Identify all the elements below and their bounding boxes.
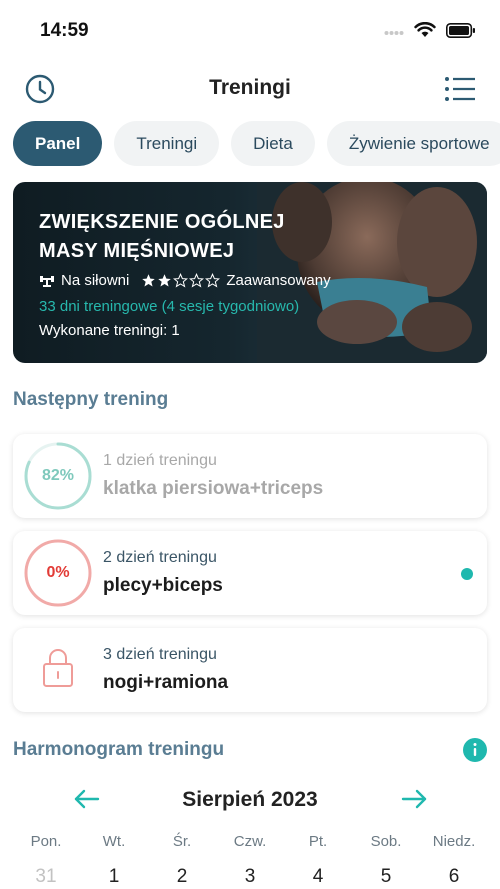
weekday-header: Pon. Wt. Śr. Czw. Pt. Sob. Niedz. bbox=[12, 833, 488, 850]
page-title: Treningi bbox=[209, 76, 291, 99]
battery-icon bbox=[446, 22, 475, 38]
star-empty-icon bbox=[173, 273, 189, 288]
star-empty-icon bbox=[189, 273, 205, 288]
calendar-day[interactable]: 5 bbox=[352, 866, 420, 888]
weekday-label: Sob. bbox=[370, 833, 402, 850]
star-filled-icon bbox=[142, 274, 156, 287]
program-days: 33 dni treningowe (4 sesje tygodniowo) bbox=[39, 298, 300, 315]
status-time: 14:59 bbox=[40, 20, 89, 41]
tab-zywienie-sportowe[interactable]: Żywienie sportowe bbox=[326, 121, 500, 166]
info-icon[interactable] bbox=[463, 738, 487, 762]
training-day-card[interactable]: 82% 1 dzień treningu klatka piersiowa+tr… bbox=[13, 434, 487, 518]
weekday-label: Pt. bbox=[308, 833, 328, 850]
signal-icon bbox=[384, 31, 404, 35]
tab-bar: Panel Treningi Dieta Żywienie sportowe bbox=[13, 121, 500, 166]
month-navigator: Sierpień 2023 bbox=[0, 786, 500, 816]
training-day-card[interactable]: 0% 2 dzień treningu plecy+biceps bbox=[13, 531, 487, 615]
training-day-card[interactable]: 3 dzień treningu nogi+ramiona bbox=[13, 628, 487, 712]
tab-dieta[interactable]: Dieta bbox=[231, 121, 315, 166]
difficulty-rating bbox=[141, 273, 221, 288]
next-training-title: Następny trening bbox=[13, 389, 169, 410]
program-title: ZWIĘKSZENIE OGÓLNEJ MASY MIĘŚNIOWEJ bbox=[39, 208, 339, 266]
program-location: Na siłowni bbox=[61, 272, 130, 289]
dumbbell-icon bbox=[40, 275, 54, 287]
progress-percent: 82% bbox=[41, 467, 75, 484]
wifi-icon bbox=[414, 22, 436, 37]
calendar-day[interactable]: 2 bbox=[148, 866, 216, 888]
arrow-right-icon[interactable] bbox=[399, 786, 429, 812]
training-day-label: 3 dzień treningu bbox=[103, 646, 217, 663]
tab-treningi[interactable]: Treningi bbox=[114, 121, 220, 166]
program-title-line1: ZWIĘKSZENIE OGÓLNEJ bbox=[39, 211, 285, 233]
calendar-day[interactable]: 4 bbox=[284, 866, 352, 888]
program-meta: Na siłowni Zaawansowany bbox=[39, 272, 331, 289]
calendar-day[interactable]: 6 bbox=[420, 866, 488, 888]
status-bar: 14:59 bbox=[0, 0, 500, 60]
star-filled-icon bbox=[158, 274, 172, 287]
calendar-day[interactable]: 1 bbox=[80, 866, 148, 888]
list-menu-icon[interactable] bbox=[444, 75, 476, 103]
schedule-title: Harmonogram treningu bbox=[13, 739, 225, 760]
training-day-name: nogi+ramiona bbox=[103, 672, 229, 693]
training-day-label: 1 dzień treningu bbox=[103, 452, 217, 469]
training-day-name: klatka piersiowa+triceps bbox=[103, 478, 324, 499]
next-indicator-dot bbox=[461, 568, 473, 580]
weekday-label: Niedz. bbox=[432, 833, 476, 850]
weekday-label: Wt. bbox=[102, 833, 126, 850]
program-done-count: Wykonane treningi: 1 bbox=[39, 322, 180, 339]
nav-bar: Treningi bbox=[0, 64, 500, 114]
calendar-week-row: 31 1 2 3 4 5 6 bbox=[12, 866, 488, 888]
calendar-day[interactable]: 31 bbox=[12, 866, 80, 888]
weekday-label: Pon. bbox=[30, 833, 62, 850]
weekday-label: Czw. bbox=[233, 833, 267, 850]
program-level: Zaawansowany bbox=[226, 272, 331, 289]
training-day-name: plecy+biceps bbox=[103, 575, 223, 596]
program-title-line2: MASY MIĘŚNIOWEJ bbox=[39, 240, 235, 262]
status-icons bbox=[384, 22, 476, 38]
calendar-day[interactable]: 3 bbox=[216, 866, 284, 888]
progress-percent: 0% bbox=[46, 564, 70, 581]
lock-icon bbox=[43, 649, 73, 687]
tab-panel[interactable]: Panel bbox=[13, 121, 103, 166]
star-empty-icon bbox=[205, 273, 221, 288]
program-hero-card[interactable]: ZWIĘKSZENIE OGÓLNEJ MASY MIĘŚNIOWEJ Na s… bbox=[13, 182, 487, 363]
training-day-label: 2 dzień treningu bbox=[103, 549, 217, 566]
weekday-label: Śr. bbox=[172, 833, 192, 850]
